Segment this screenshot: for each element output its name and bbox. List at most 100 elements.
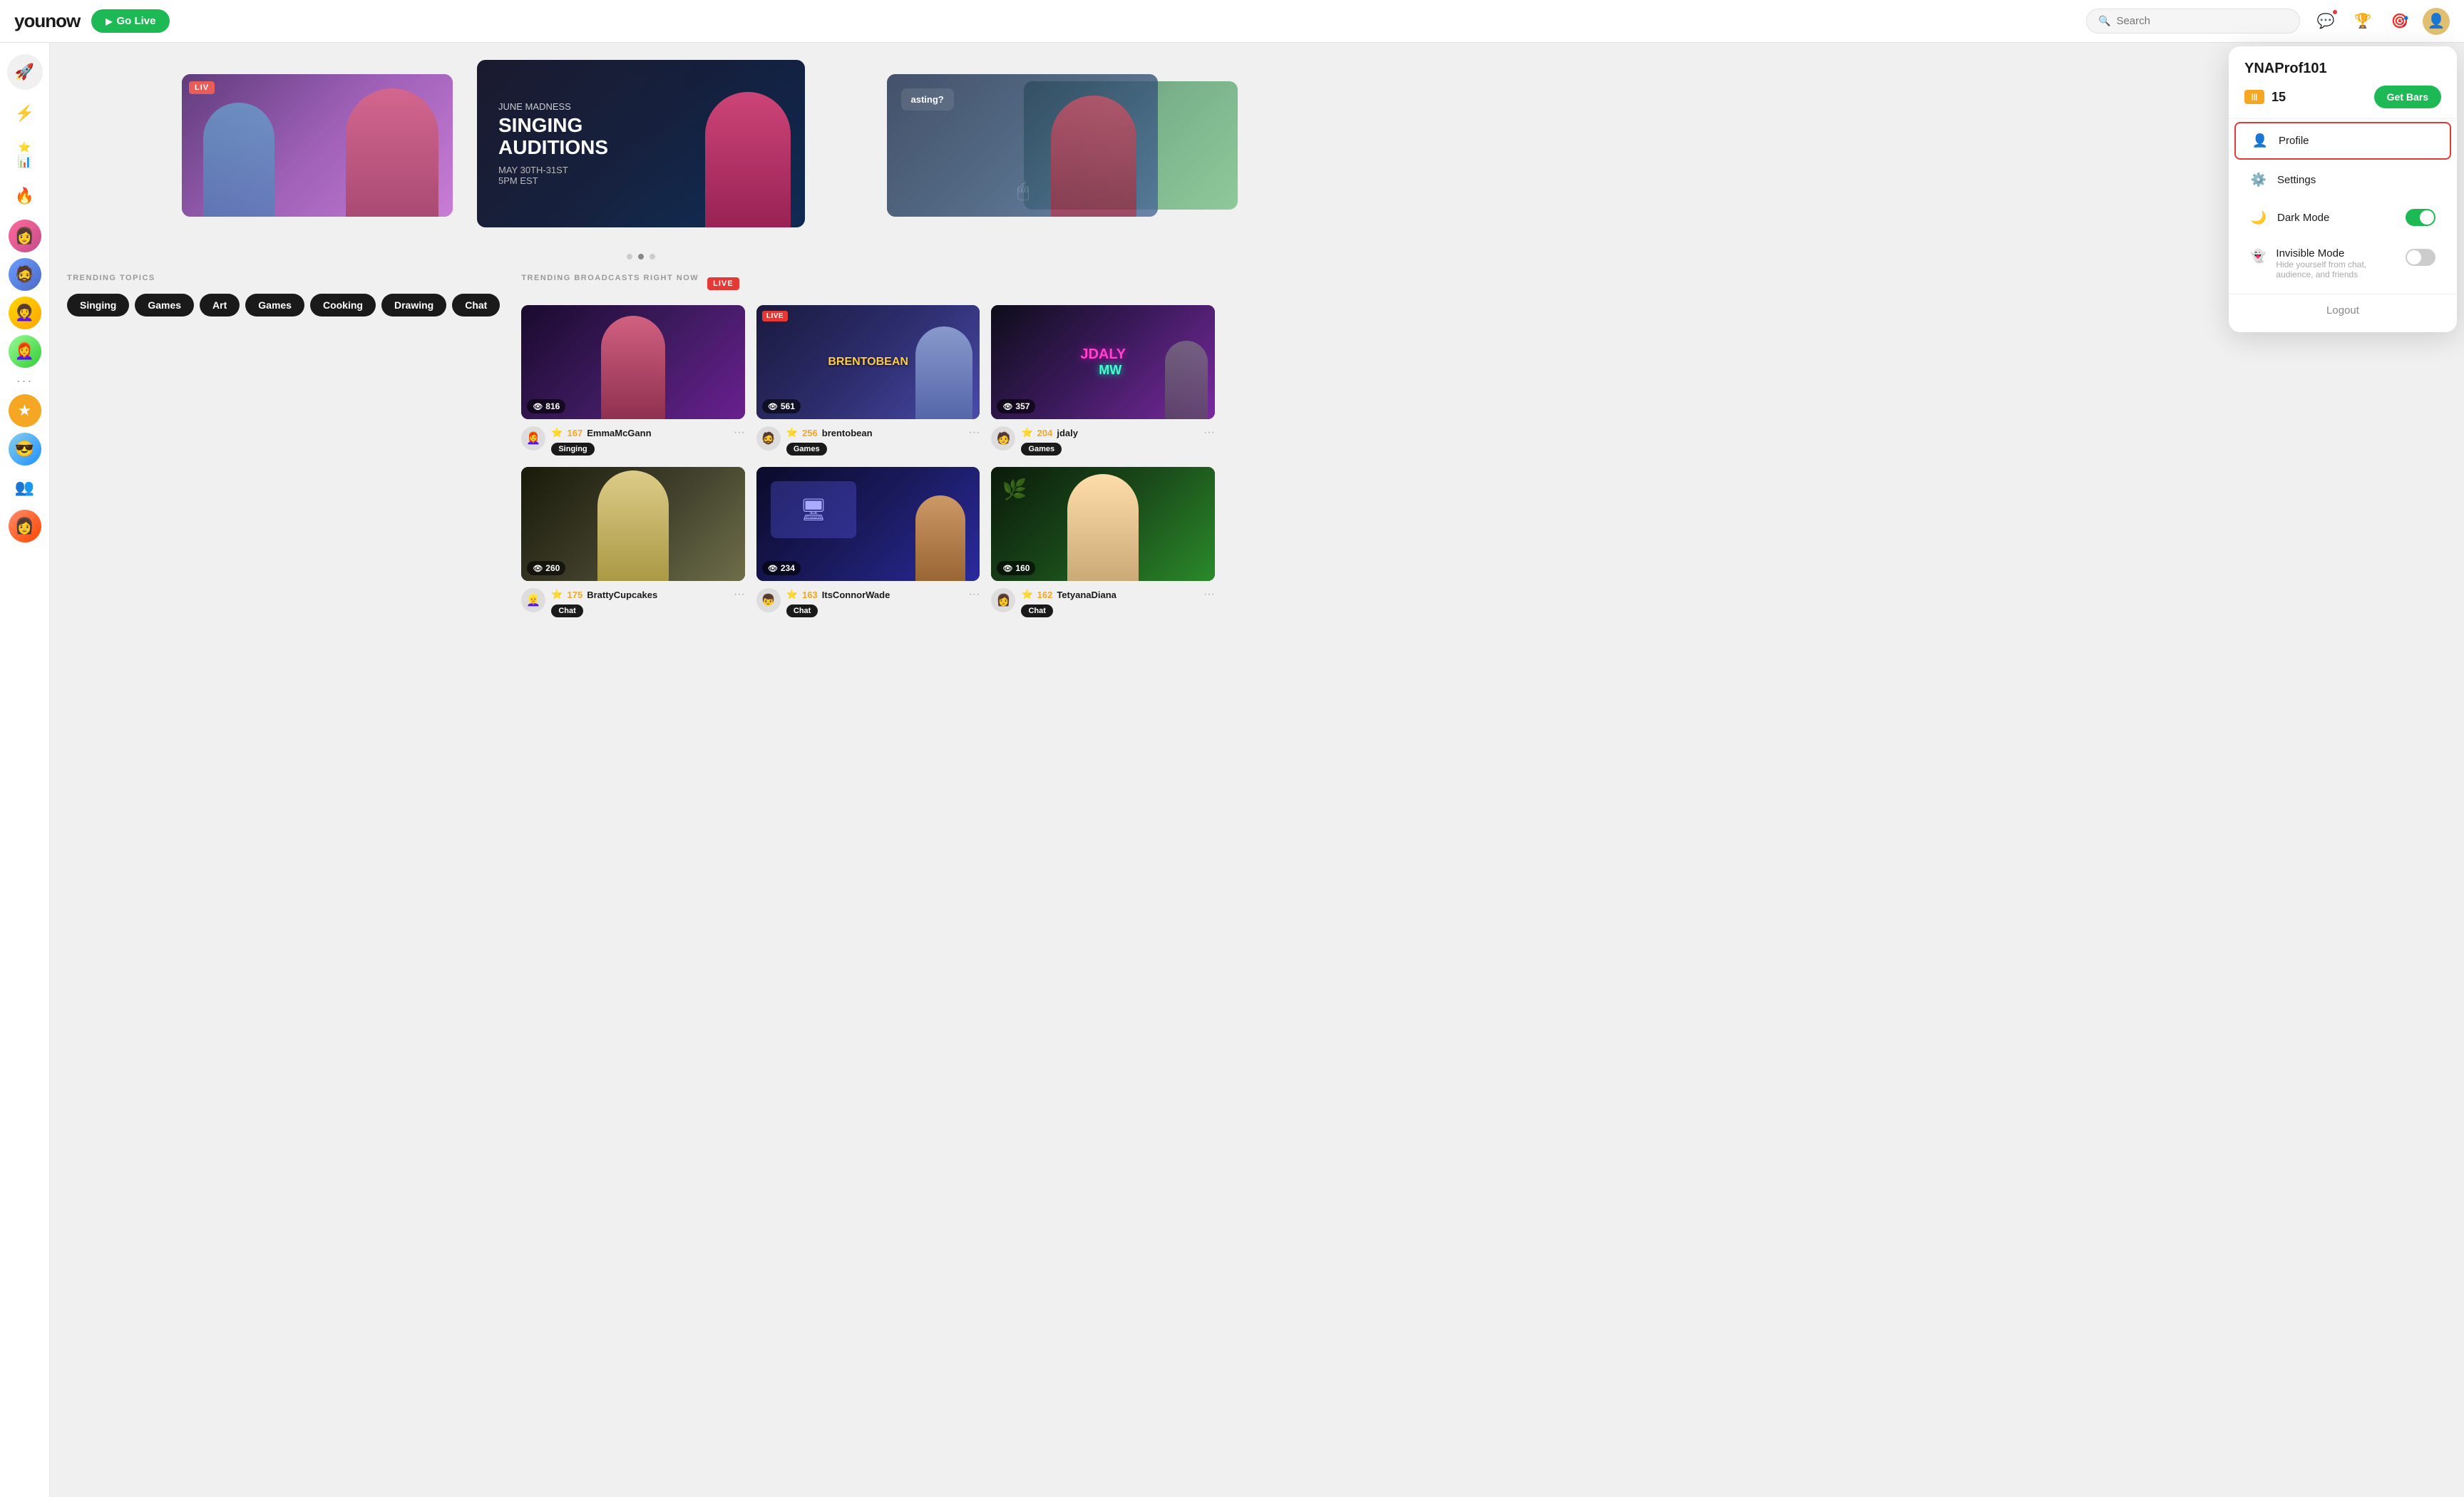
- sidebar-item-featured[interactable]: ⚡: [7, 96, 43, 131]
- category-tag-4[interactable]: Chat: [551, 605, 582, 617]
- coin-icon-4: ⭐: [551, 589, 563, 600]
- dropdown-item-profile[interactable]: 👤 Profile: [2234, 122, 2451, 160]
- broadcaster-score-5: 163: [802, 590, 818, 600]
- broadcast-card-6[interactable]: 🌿 👁 160 👩 ⭐ 162: [991, 467, 1215, 617]
- dropdown-bars: ||| 15 Get Bars: [2244, 86, 2441, 108]
- category-tag-3[interactable]: Games: [1021, 443, 1062, 456]
- coin-icon-1: ⭐: [551, 427, 563, 438]
- more-button-1[interactable]: ···: [734, 426, 745, 439]
- broadcast-card-3[interactable]: JDALY MW 👁 357 🧑: [991, 305, 1215, 456]
- topic-singing[interactable]: Singing: [67, 294, 129, 317]
- sidebar-friends[interactable]: 👥: [9, 471, 41, 504]
- search-icon: 🔍: [2098, 15, 2110, 27]
- broadcast-card-5[interactable]: 🖥 👁 234 👦: [756, 467, 980, 617]
- eye-icon-2: 👁: [768, 402, 778, 411]
- category-tag-5[interactable]: Chat: [786, 605, 818, 617]
- coin-icon-3: ⭐: [1021, 427, 1032, 438]
- header: younow Go Live 🔍 💬 🏆 🎯 👤: [0, 0, 2464, 43]
- broadcast-meta-6: ⭐ 162 TetyanaDiana ··· Chat: [1021, 588, 1215, 617]
- broadcaster-name-3: jdaly: [1057, 428, 1199, 438]
- coin-icon-6: ⭐: [1021, 589, 1032, 600]
- broadcasts-header: TRENDING BROADCASTS RIGHT NOW LIVE: [521, 274, 1215, 294]
- darkmode-left: 🌙 Dark Mode: [2250, 210, 2329, 225]
- sidebar-item-fire[interactable]: 🔥: [7, 178, 43, 214]
- bars-icon-display: |||: [2244, 90, 2264, 104]
- carousel-dot-1[interactable]: [627, 254, 632, 259]
- invisible-label: Invisible Mode: [2276, 247, 2396, 259]
- eye-icon-3: 👁: [1002, 402, 1012, 411]
- broadcast-meta-2: ⭐ 256 brentobean ··· Games: [786, 426, 980, 456]
- sidebar-avatar-3[interactable]: 👩‍🦱: [9, 297, 41, 329]
- topic-cooking[interactable]: Cooking: [310, 294, 376, 317]
- points-button[interactable]: 🎯: [2386, 7, 2414, 36]
- sidebar-favorites[interactable]: ★: [9, 394, 41, 427]
- topic-games-2[interactable]: Games: [245, 294, 304, 317]
- sidebar-avatar-1[interactable]: 👩: [9, 220, 41, 252]
- carousel-item-right[interactable]: asting? 🖱: [887, 74, 1158, 217]
- user-avatar-button[interactable]: 👤: [2423, 8, 2450, 35]
- eye-icon-5: 👁: [768, 564, 778, 573]
- carousel-item-left[interactable]: LIV: [182, 74, 453, 217]
- darkmode-toggle[interactable]: [2406, 209, 2435, 226]
- topic-chat[interactable]: Chat: [452, 294, 500, 317]
- sidebar-avatar-5[interactable]: 😎: [9, 433, 41, 465]
- points-icon: 🎯: [2391, 12, 2409, 30]
- broadcaster-avatar-4: 👱‍♀️: [521, 588, 545, 612]
- topic-games-1[interactable]: Games: [135, 294, 194, 317]
- broadcaster-score-6: 162: [1037, 590, 1053, 600]
- category-tag-2[interactable]: Games: [786, 443, 827, 456]
- chat-button[interactable]: 💬: [2311, 7, 2340, 36]
- sidebar-avatar-6[interactable]: 👩: [9, 510, 41, 542]
- dropdown-item-darkmode[interactable]: 🌙 Dark Mode: [2234, 199, 2451, 236]
- sidebar-avatar-4[interactable]: 👩‍🦰: [9, 335, 41, 368]
- broadcast-info-4: 👱‍♀️ ⭐ 175 BrattyCupcakes ··· Chat: [521, 588, 745, 617]
- sidebar-more-dots[interactable]: ···: [16, 374, 34, 389]
- carousel-dot-2[interactable]: [638, 254, 644, 259]
- logout-button[interactable]: Logout: [2229, 294, 2457, 326]
- carousel-indicators: [627, 254, 655, 259]
- trending-topics: TRENDING TOPICS Singing Games Art Games …: [67, 274, 500, 617]
- broadcaster-name-1: EmmaMcGann: [587, 428, 729, 438]
- broadcast-card-1[interactable]: 👁 816 👩‍🦰 ⭐ 167 EmmaMcGann ···: [521, 305, 745, 456]
- broadcast-card-4[interactable]: 👁 260 👱‍♀️ ⭐ 175 BrattyCupcakes ···: [521, 467, 745, 617]
- broadcasts-title: TRENDING BROADCASTS RIGHT NOW: [521, 274, 699, 282]
- more-button-2[interactable]: ···: [968, 426, 980, 439]
- overlay-text-2: BRENTOBEAN: [828, 356, 908, 369]
- category-tag-6[interactable]: Chat: [1021, 605, 1052, 617]
- more-button-6[interactable]: ···: [1203, 588, 1215, 601]
- broadcast-thumb-5: 🖥 👁 234: [756, 467, 980, 581]
- dropdown-item-invisible[interactable]: 👻 Invisible Mode Hide yourself from chat…: [2234, 237, 2451, 289]
- invisible-icon: 👻: [2250, 249, 2266, 264]
- topic-drawing[interactable]: Drawing: [381, 294, 446, 317]
- broadcast-card-2[interactable]: BRENTOBEAN LIVE 👁 561 🧔: [756, 305, 980, 456]
- broadcast-info-1: 👩‍🦰 ⭐ 167 EmmaMcGann ··· Singing: [521, 426, 745, 456]
- dropdown-item-settings[interactable]: ⚙️ Settings: [2234, 163, 2451, 197]
- get-bars-button[interactable]: Get Bars: [2374, 86, 2441, 108]
- broadcast-info-3: 🧑 ⭐ 204 jdaly ··· Games: [991, 426, 1215, 456]
- go-live-button[interactable]: Go Live: [91, 9, 170, 33]
- viewers-badge-2: 👁 561: [762, 399, 801, 413]
- trophy-button[interactable]: 🏆: [2348, 7, 2377, 36]
- sidebar-item-stars[interactable]: ⭐ 📊: [7, 137, 43, 173]
- more-button-5[interactable]: ···: [968, 588, 980, 601]
- invisible-toggle[interactable]: [2406, 249, 2435, 266]
- friends-icon: 👥: [15, 478, 34, 497]
- moon-icon: 🌙: [2250, 210, 2267, 225]
- sidebar-item-trending[interactable]: 🚀: [7, 54, 43, 90]
- carousel-item-main[interactable]: JUNE MADNESS SINGINGAUDITIONS MAY 30TH-3…: [477, 60, 805, 227]
- category-tag-1[interactable]: Singing: [551, 443, 594, 456]
- broadcaster-score-2: 256: [802, 428, 818, 438]
- broadcaster-avatar-3: 🧑: [991, 426, 1015, 451]
- broadcaster-name-row-2: ⭐ 256 brentobean ···: [786, 426, 980, 439]
- live-indicator-2: LIVE: [762, 311, 788, 321]
- broadcaster-score-4: 175: [568, 590, 583, 600]
- more-button-3[interactable]: ···: [1203, 426, 1215, 439]
- broadcaster-name-6: TetyanaDiana: [1057, 590, 1199, 600]
- sidebar-avatar-2[interactable]: 🧔: [9, 258, 41, 291]
- topic-art[interactable]: Art: [200, 294, 240, 317]
- broadcaster-name-row-6: ⭐ 162 TetyanaDiana ···: [1021, 588, 1215, 601]
- broadcaster-name-row-3: ⭐ 204 jdaly ···: [1021, 426, 1215, 439]
- carousel-dot-3[interactable]: [650, 254, 655, 259]
- search-input[interactable]: [2116, 15, 2288, 27]
- more-button-4[interactable]: ···: [734, 588, 745, 601]
